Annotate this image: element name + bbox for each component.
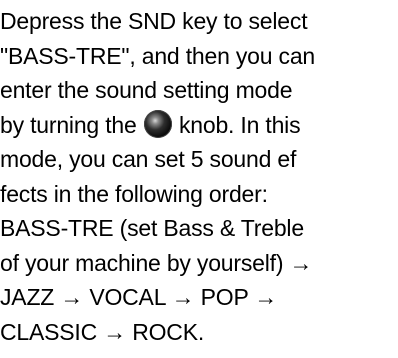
text-line: of your machine by yourself) → bbox=[0, 249, 313, 276]
text-line: fects in the following order: bbox=[0, 180, 268, 207]
text-line: CLASSIC → ROCK. bbox=[0, 318, 205, 345]
text-line: JAZZ → VOCAL → POP → bbox=[0, 284, 278, 310]
text-line: "BASS-TRE", and then you can bbox=[0, 42, 316, 69]
text-line: mode, you can set 5 sound ef bbox=[0, 146, 297, 172]
text-line: enter the sound setting mode bbox=[0, 77, 293, 103]
text-line: by turning the knob. In this bbox=[0, 108, 398, 143]
text-line: BASS-TRE (set Bass & Treble bbox=[0, 215, 304, 241]
text-segment: knob. In this bbox=[172, 111, 301, 138]
text-line: Depress the SND key to select bbox=[0, 8, 308, 34]
knob-icon bbox=[143, 109, 172, 138]
instruction-paragraph: Depress the SND key to select "BASS-TRE"… bbox=[0, 4, 398, 349]
text-segment: by turning the bbox=[0, 111, 143, 138]
